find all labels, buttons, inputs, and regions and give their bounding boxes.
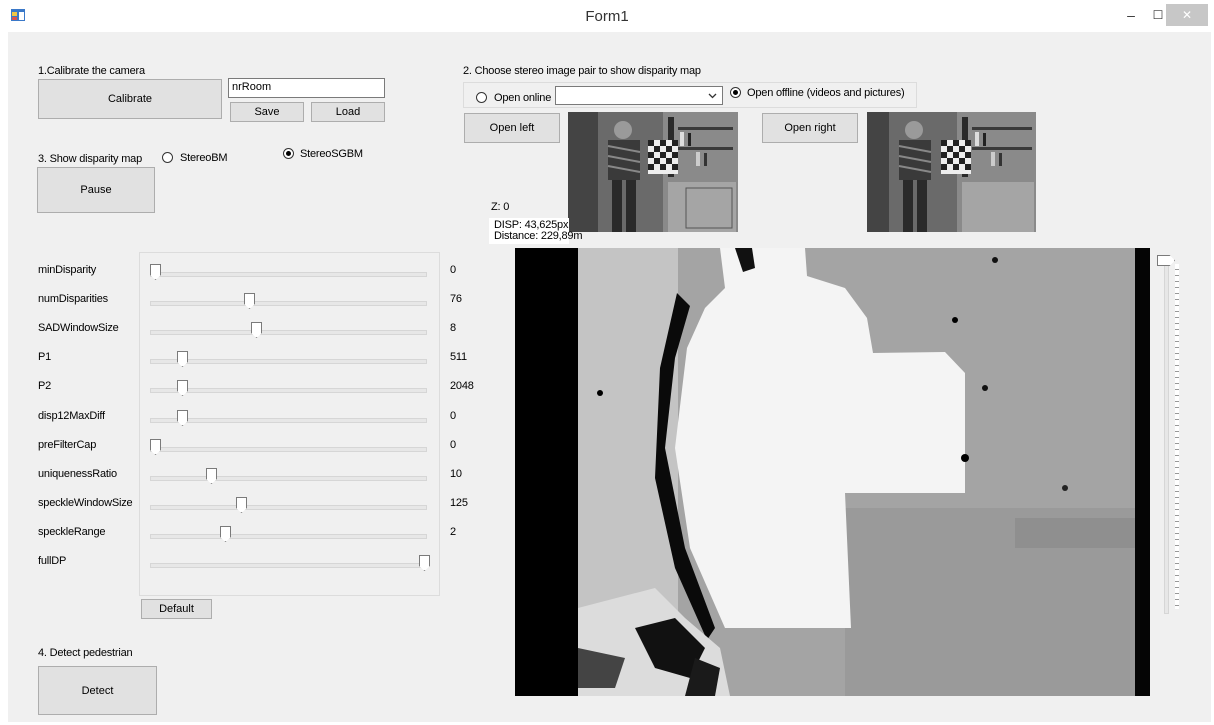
param-slider-track[interactable] [150,301,427,306]
checkerboard [648,140,678,174]
param-value: 0 [450,439,456,451]
param-slider-track[interactable] [150,505,427,510]
calibration-name-input[interactable]: nrRoom [228,78,385,98]
param-slider-track[interactable] [150,359,427,364]
stereo-section-label: 2. Choose stereo image pair to show disp… [463,65,701,77]
distance-readout: Distance: 229,89m [494,230,583,242]
param-label: P1 [38,351,52,363]
param-label: numDisparities [38,293,108,305]
param-slider-track[interactable] [150,272,427,277]
calibrate-section-label: 1.Calibrate the camera [38,65,145,77]
disparity-map[interactable] [515,248,1150,696]
param-value: 511 [450,351,467,363]
stereosgbm-radio[interactable] [283,148,294,159]
param-value: 2 [450,526,456,538]
open-online-label[interactable]: Open online [494,92,551,104]
param-label: minDisparity [38,264,97,276]
param-label: speckleRange [38,526,106,538]
left-image [568,112,738,232]
open-right-button[interactable]: Open right [762,113,858,143]
z-readout: Z: 0 [491,201,510,213]
param-slider-track[interactable] [150,534,427,539]
param-value: 2048 [450,380,474,392]
vertical-slider-track[interactable] [1164,262,1169,614]
param-value: 0 [450,410,456,422]
param-slider-track[interactable] [150,418,427,423]
vertical-slider-ticks [1175,264,1179,609]
window-title: Form1 [585,8,629,25]
stereosgbm-label[interactable]: StereoSGBM [300,148,363,160]
open-offline-label[interactable]: Open offline (videos and pictures) [747,87,905,99]
pause-button[interactable]: Pause [37,167,155,213]
detect-button[interactable]: Detect [38,666,157,715]
param-value: 8 [450,322,456,334]
open-offline-radio[interactable] [730,87,741,98]
param-label: uniquenessRatio [38,468,117,480]
param-value: 76 [450,293,462,305]
camera-select[interactable] [555,86,723,105]
open-online-radio[interactable] [476,92,487,103]
param-slider-track[interactable] [150,388,427,393]
open-left-button[interactable]: Open left [464,113,560,143]
save-button[interactable]: Save [230,102,304,122]
calibrate-button[interactable]: Calibrate [38,79,222,119]
close-button[interactable]: ✕ [1166,4,1208,26]
stereobm-label[interactable]: StereoBM [180,152,228,164]
param-slider-track[interactable] [150,476,427,481]
checkerboard [941,140,971,174]
param-value: 10 [450,468,462,480]
param-label: fullDP [38,555,67,567]
default-button[interactable]: Default [141,599,212,619]
param-value: 125 [450,497,468,509]
param-slider-track[interactable] [150,330,427,335]
readout-box: DISP: 43,625px Distance: 229,89m [489,218,583,244]
param-label: preFilterCap [38,439,97,451]
stereobm-radio[interactable] [162,152,173,163]
param-slider-track[interactable] [150,447,427,452]
param-value: 0 [450,264,456,276]
disparity-section-label: 3. Show disparity map [38,153,143,165]
param-label: SADWindowSize [38,322,119,334]
param-label: speckleWindowSize [38,497,133,509]
chevron-down-icon [708,93,717,99]
param-slider-track[interactable] [150,563,427,568]
minimize-button[interactable]: – [1118,4,1144,26]
detect-section-label: 4. Detect pedestrian [38,647,133,659]
load-button[interactable]: Load [311,102,385,122]
right-image [867,112,1036,232]
param-label: disp12MaxDiff [38,410,105,422]
param-label: P2 [38,380,52,392]
